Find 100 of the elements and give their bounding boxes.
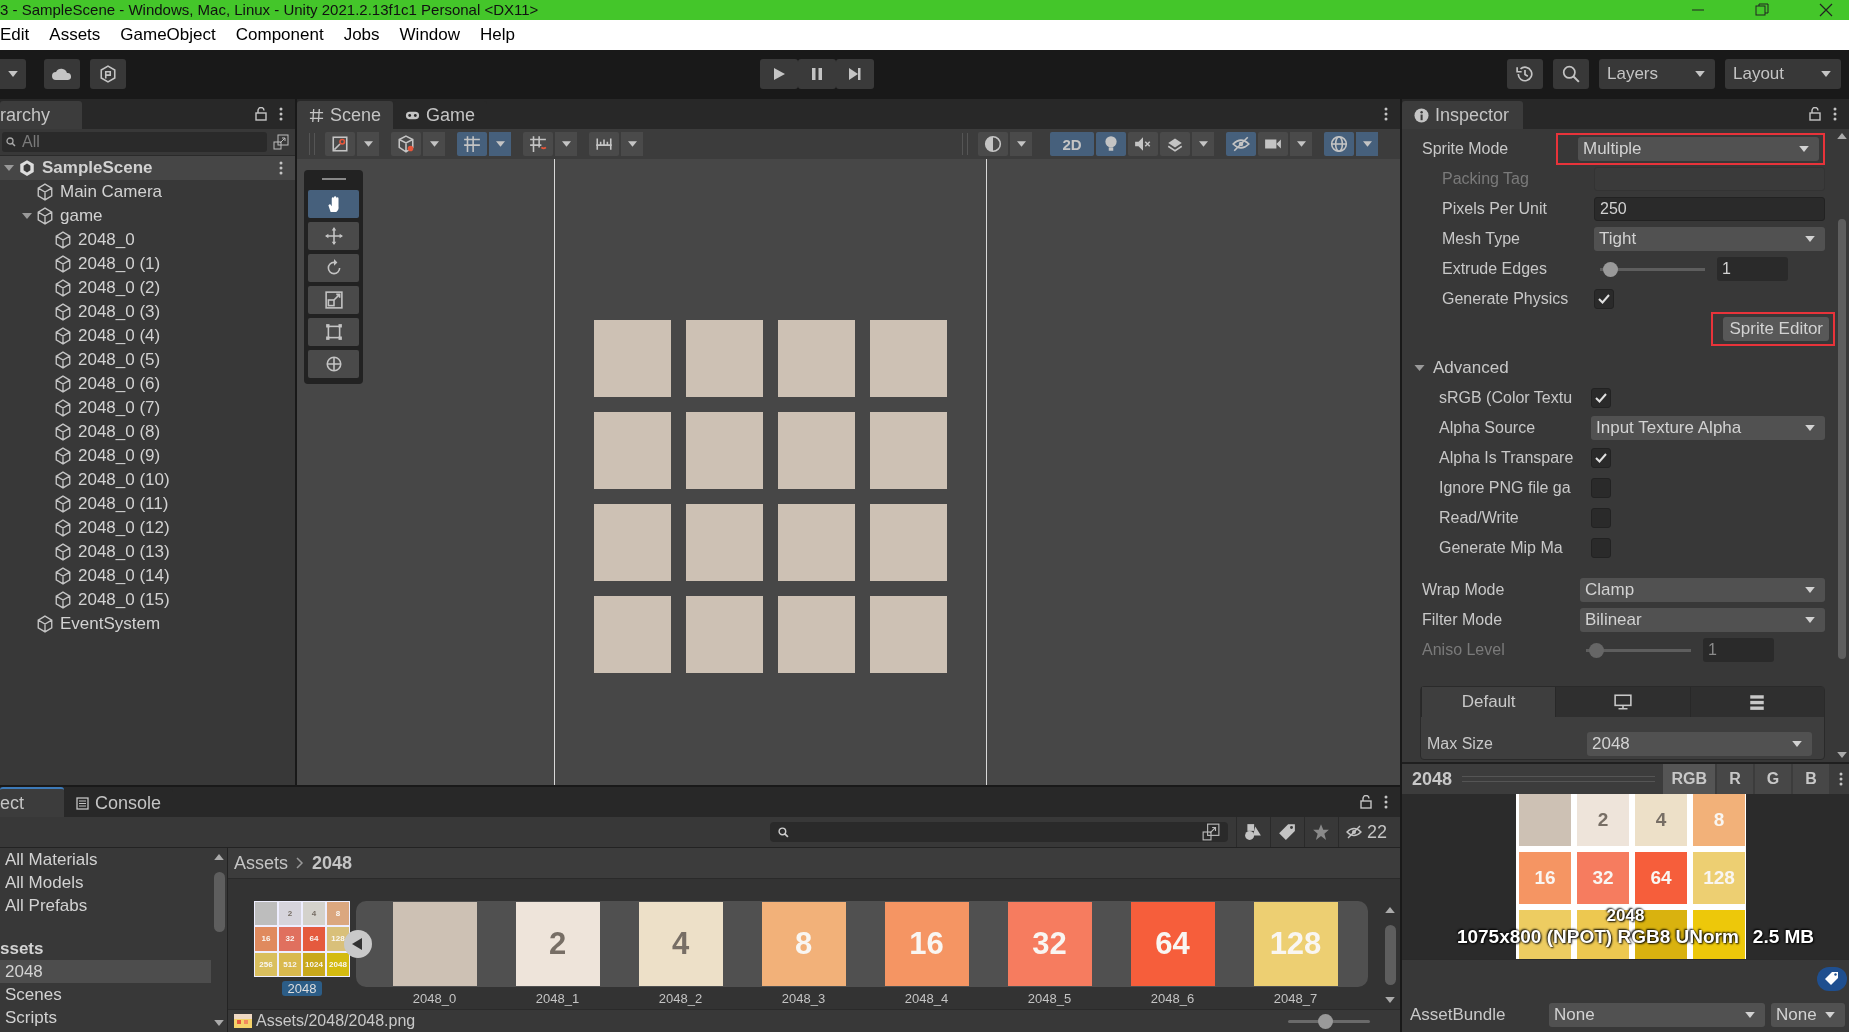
- dropdown[interactable]: Bilinear: [1580, 608, 1825, 632]
- search-button[interactable]: [1553, 58, 1589, 89]
- hierarchy-item[interactable]: 2048_0: [78, 230, 135, 250]
- camera-button[interactable]: [1258, 132, 1288, 156]
- asset-name[interactable]: 2048_3: [781, 991, 826, 1006]
- sprite-thumbnail[interactable]: 2: [515, 902, 600, 986]
- panel-tab[interactable]: ect: [0, 787, 64, 817]
- folder-item[interactable]: Scenes: [0, 983, 211, 1006]
- channel-button[interactable]: R: [1717, 764, 1753, 794]
- more-icon[interactable]: [1839, 772, 1843, 786]
- lock-icon[interactable]: [1809, 107, 1821, 121]
- caret-button[interactable]: [555, 132, 577, 156]
- speaker-button[interactable]: [1128, 132, 1158, 156]
- channel-button[interactable]: B: [1793, 764, 1829, 794]
- favorite-item[interactable]: All Models: [0, 871, 211, 894]
- zoom-slider[interactable]: [1288, 1013, 1370, 1029]
- menu-item[interactable]: Edit: [0, 25, 40, 45]
- hierarchy-item[interactable]: 2048_0 (8): [78, 422, 161, 442]
- hierarchy-item[interactable]: 2048_0 (3): [78, 302, 161, 322]
- dropdown-button[interactable]: [0, 58, 26, 89]
- folder-item[interactable]: ssets: [0, 937, 211, 960]
- close-icon[interactable]: [1819, 3, 1833, 17]
- collab-button[interactable]: [90, 58, 126, 89]
- collapse-button[interactable]: [343, 929, 373, 959]
- caret-button[interactable]: [489, 132, 511, 156]
- hierarchy-item[interactable]: 2048_0 (15): [78, 590, 170, 610]
- menu-item[interactable]: Help: [470, 25, 525, 45]
- scroll-up-icon[interactable]: [214, 854, 224, 860]
- asset-name[interactable]: 2048_0: [412, 991, 457, 1006]
- eye-slash-button[interactable]: [1226, 132, 1256, 156]
- scale-tool-button[interactable]: [308, 286, 359, 314]
- more-icon[interactable]: [279, 107, 283, 121]
- scrollbar-thumb[interactable]: [1384, 925, 1396, 985]
- checkbox[interactable]: [1591, 448, 1611, 468]
- hierarchy-item[interactable]: 2048_0 (10): [78, 470, 170, 490]
- hierarchy-item[interactable]: 2048_0 (7): [78, 398, 161, 418]
- slider[interactable]: [1586, 642, 1691, 658]
- caret-button[interactable]: [621, 132, 643, 156]
- step-button[interactable]: [835, 58, 874, 89]
- layout-dropdown[interactable]: Layout: [1725, 58, 1841, 89]
- favorite-item[interactable]: All Materials: [0, 848, 211, 871]
- slider[interactable]: [1600, 261, 1705, 277]
- breadcrumb-link[interactable]: 2048: [312, 852, 353, 874]
- hierarchy-tab[interactable]: rarchy: [0, 101, 82, 129]
- layers-dropdown[interactable]: Layers: [1599, 58, 1715, 89]
- asset-name[interactable]: 2048_1: [535, 991, 580, 1006]
- hierarchy-item[interactable]: 2048_0 (11): [78, 494, 169, 514]
- inspector-tab[interactable]: Inspector: [1402, 101, 1524, 129]
- more-icon[interactable]: [1384, 795, 1388, 809]
- checkbox[interactable]: [1594, 289, 1614, 309]
- menu-item[interactable]: GameObject: [110, 25, 226, 45]
- menu-item[interactable]: Assets: [39, 25, 111, 45]
- play-button[interactable]: [759, 58, 798, 89]
- caret-button[interactable]: [1290, 132, 1312, 156]
- lock-icon[interactable]: [255, 107, 267, 121]
- lock-icon[interactable]: [1360, 795, 1372, 809]
- caret-button[interactable]: [423, 132, 445, 156]
- sprite-sheet-thumbnail[interactable]: 2 4 8 16 32 64 128 256 512 1024 2048: [254, 901, 350, 977]
- hierarchy-item[interactable]: 2048_0 (14): [78, 566, 170, 586]
- asset-name[interactable]: 2048_4: [904, 991, 949, 1006]
- dropdown[interactable]: Input Texture Alpha: [1591, 416, 1825, 440]
- grid-button[interactable]: [457, 132, 487, 156]
- asset-name[interactable]: 2048_7: [1273, 991, 1318, 1006]
- hierarchy-item[interactable]: 2048_0 (12): [78, 518, 170, 538]
- lightbulb-button[interactable]: [1096, 132, 1126, 156]
- scrollbar-thumb[interactable]: [1838, 219, 1846, 659]
- dropdown[interactable]: None: [1771, 1003, 1845, 1027]
- dropdown[interactable]: Clamp: [1580, 578, 1825, 602]
- layers-button[interactable]: [1160, 132, 1190, 156]
- sprite-thumbnail[interactable]: [392, 902, 477, 986]
- dropdown[interactable]: 2048: [1587, 732, 1812, 756]
- more-icon[interactable]: [1833, 107, 1837, 121]
- sprite-thumbnail[interactable]: 4: [638, 902, 723, 986]
- expand-arrow-icon[interactable]: [22, 211, 32, 221]
- hierarchy-item[interactable]: game: [60, 206, 103, 226]
- expand-arrow-icon[interactable]: [1414, 363, 1425, 373]
- dropdown[interactable]: Tight: [1594, 227, 1825, 251]
- hand-tool-button[interactable]: [308, 190, 359, 218]
- favorite-item[interactable]: All Prefabs: [0, 894, 211, 917]
- scroll-down-icon[interactable]: [214, 1020, 224, 1026]
- rect-tool-tool-button[interactable]: [308, 318, 359, 346]
- tag-icon[interactable]: [1817, 967, 1847, 991]
- hierarchy-item[interactable]: 2048_0 (9): [78, 446, 161, 466]
- move-tool-button[interactable]: [308, 222, 359, 250]
- transform-tool-button[interactable]: [308, 350, 359, 378]
- search-field[interactable]: [770, 822, 1228, 842]
- ruler-button[interactable]: [589, 132, 619, 156]
- scroll-up-icon[interactable]: [1385, 907, 1395, 913]
- hierarchy-item[interactable]: 2048_0 (5): [78, 350, 161, 370]
- number-field[interactable]: 1: [1717, 257, 1788, 281]
- handle-button[interactable]: [325, 132, 355, 156]
- more-icon[interactable]: [1384, 107, 1388, 121]
- menu-item[interactable]: Jobs: [333, 25, 390, 45]
- hierarchy-item[interactable]: 2048_0 (1): [78, 254, 161, 274]
- folder-item[interactable]: 2048: [0, 960, 211, 983]
- breadcrumb-link[interactable]: Assets: [234, 852, 289, 874]
- asset-name[interactable]: 2048_2: [658, 991, 703, 1006]
- search-mode-icon[interactable]: [273, 134, 289, 150]
- search-mode-icon[interactable]: [1202, 823, 1220, 841]
- channel-button[interactable]: G: [1755, 764, 1791, 794]
